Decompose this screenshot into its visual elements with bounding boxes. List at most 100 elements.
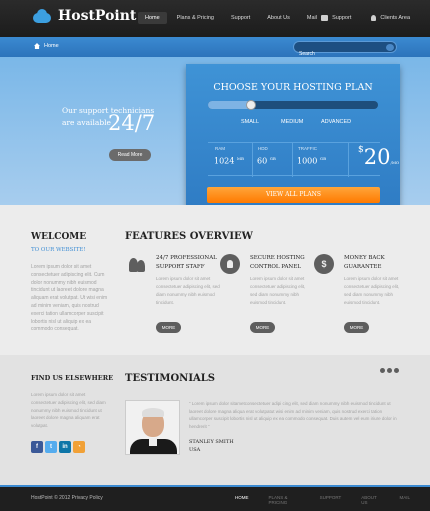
plan-title: CHOOSE YOUR HOSTING PLAN	[213, 82, 373, 93]
feature-3-more-button[interactable]: MORE	[344, 322, 369, 333]
spec-divider	[292, 143, 293, 177]
testimonial-quote: “ Lorem ipsum dolor sitametconsectetuer …	[189, 401, 397, 429]
feature-3-body: Lorem ipsum dolor sit amet consectetuer …	[344, 276, 400, 305]
spec-traffic-value-wrap: 1000 GB	[297, 156, 326, 166]
money-icon: $	[314, 254, 334, 274]
spec-divider	[252, 143, 253, 177]
nav-item-plans[interactable]: Plans & Pricing	[170, 12, 221, 24]
feature-3-head-line2: GUARANTEE	[344, 264, 382, 270]
search-button[interactable]	[386, 44, 394, 51]
copyright[interactable]: HostPoint © 2012 Privacy Policy	[31, 495, 103, 501]
spec-ram: RAM 1024 MB	[214, 146, 244, 166]
footer-nav-mail[interactable]: MAIL	[399, 495, 410, 505]
price-period: /MO	[390, 160, 400, 165]
spec-ram-label: RAM	[215, 146, 225, 151]
spec-traffic: TRAFFIC 1000 GB	[297, 146, 326, 166]
testimonial-photo	[125, 400, 180, 455]
read-more-button[interactable]: Read More	[109, 149, 151, 161]
find-us-title: FIND US ELSEWHERE	[31, 374, 114, 382]
spec-hdd-value: 60	[257, 156, 268, 166]
footer-nav: HOME PLANS & PRICING SUPPORT ABOUT US MA…	[235, 495, 430, 505]
spec-hdd: HDD 60 GB	[257, 146, 276, 166]
clients-area-label: Clients Area	[380, 15, 410, 21]
support-promo: Our support technicians are available 24…	[62, 105, 157, 135]
support-link-label: Support	[332, 15, 352, 21]
spec-ram-value-wrap: 1024 MB	[214, 156, 244, 166]
plan-option-small[interactable]: SMALL	[241, 119, 259, 125]
support-hours: 24/7	[108, 111, 156, 135]
testimonial-author: STANLEY SMITH	[189, 439, 234, 445]
spec-hdd-label: HDD	[258, 146, 268, 151]
pager-dot[interactable]	[387, 368, 392, 373]
welcome-title: WELCOME	[31, 232, 87, 242]
chat-icon	[321, 15, 329, 21]
logo-text: HostPoint	[58, 8, 137, 24]
feature-2-head-line1: SECURE HOSTING	[250, 255, 305, 261]
footer-nav-support[interactable]: SUPPORT	[320, 495, 342, 505]
feature-1-head-line1: 24/7 PROFESSIONAL	[156, 255, 217, 261]
nav-item-home[interactable]: Home	[138, 12, 167, 24]
main-nav: Home Plans & Pricing Support About Us Ma…	[138, 12, 327, 24]
testimonial-location: USA	[189, 447, 201, 453]
users-icon	[127, 254, 147, 274]
header-right-links: Support Clients Area	[307, 12, 416, 24]
pager-dot[interactable]	[394, 368, 399, 373]
feature-3-head-line1: MONEY BACK	[344, 255, 385, 261]
social-links: f t in ◔	[31, 441, 87, 453]
view-all-plans-button[interactable]: VIEW ALL PLANS	[207, 187, 380, 203]
top-header: HostPoint Home Plans & Pricing Support A…	[0, 0, 430, 37]
cloud-logo-icon	[32, 8, 52, 24]
plan-slider[interactable]	[208, 100, 378, 110]
find-us-body: Lorem ipsum dolor sit amet consectetuer …	[31, 392, 106, 429]
user-icon	[371, 15, 377, 21]
lock-icon	[220, 254, 240, 274]
spec-traffic-unit: GB	[319, 156, 327, 161]
welcome-body: Lorem ipsum dolor sit amet consectetuer …	[31, 264, 108, 333]
spec-divider	[348, 143, 349, 177]
nav-item-support[interactable]: Support	[224, 12, 257, 24]
feature-2-more-button[interactable]: MORE	[250, 322, 275, 333]
welcome-subtitle: TO OUR WEBSITE!	[31, 247, 86, 253]
plan-option-advanced[interactable]: ADVANCED	[321, 119, 351, 125]
pager-dot[interactable]	[380, 368, 385, 373]
feature-3-head: MONEY BACK GUARANTEE	[344, 254, 385, 272]
feature-2-body: Lorem ipsum dolor sit amet consectetuer …	[250, 276, 306, 305]
plan-slider-fill	[208, 101, 251, 109]
rss-icon[interactable]: ◔	[73, 441, 85, 453]
plan-specs: RAM 1024 MB HDD 60 GB TRAFFIC 1000 GB $2…	[208, 142, 399, 177]
home-icon	[34, 43, 40, 49]
spec-traffic-label: TRAFFIC	[298, 146, 317, 151]
features-title: FEATURES OVERVIEW	[125, 231, 253, 242]
linkedin-icon[interactable]: in	[59, 441, 71, 453]
feature-1-head: 24/7 PROFESSIONAL SUPPORT STAFF	[156, 254, 217, 272]
plan-chooser: CHOOSE YOUR HOSTING PLAN SMALL MEDIUM AD…	[186, 64, 400, 208]
footer-nav-plans[interactable]: PLANS & PRICING	[269, 495, 300, 505]
plan-option-medium[interactable]: MEDIUM	[281, 119, 303, 125]
support-link[interactable]: Support	[315, 12, 357, 24]
plan-price: $20/MO	[358, 145, 399, 169]
feature-2-head: SECURE HOSTING CONTROL PANEL	[250, 254, 305, 272]
plan-slider-handle[interactable]	[245, 100, 256, 110]
logo[interactable]: HostPoint	[32, 8, 136, 24]
feature-1-body: Lorem ipsum dolor sit amet consectetuer …	[156, 276, 220, 305]
spec-hdd-value-wrap: 60 GB	[257, 156, 276, 166]
nav-item-about[interactable]: About Us	[260, 12, 297, 24]
spec-hdd-unit: GB	[269, 156, 276, 161]
testimonials-title: TESTIMONIALS	[125, 373, 216, 384]
feature-1-more-button[interactable]: MORE	[156, 322, 181, 333]
testimonial-pager	[380, 368, 401, 373]
price-amount: 20	[363, 145, 391, 169]
spec-ram-value: 1024	[214, 156, 235, 166]
search-box	[293, 41, 397, 59]
footer-nav-about[interactable]: ABOUT US	[361, 495, 379, 505]
spec-ram-unit: MB	[236, 156, 244, 161]
footer-nav-home[interactable]: HOME	[235, 495, 249, 505]
spec-traffic-value: 1000	[297, 156, 318, 166]
feature-1-head-line2: SUPPORT STAFF	[156, 264, 205, 270]
breadcrumb[interactable]: Home	[34, 43, 59, 49]
clients-area-link[interactable]: Clients Area	[365, 12, 416, 24]
facebook-icon[interactable]: f	[31, 441, 43, 453]
feature-2-head-line2: CONTROL PANEL	[250, 264, 301, 270]
twitter-icon[interactable]: t	[45, 441, 57, 453]
breadcrumb-home: Home	[44, 43, 59, 49]
